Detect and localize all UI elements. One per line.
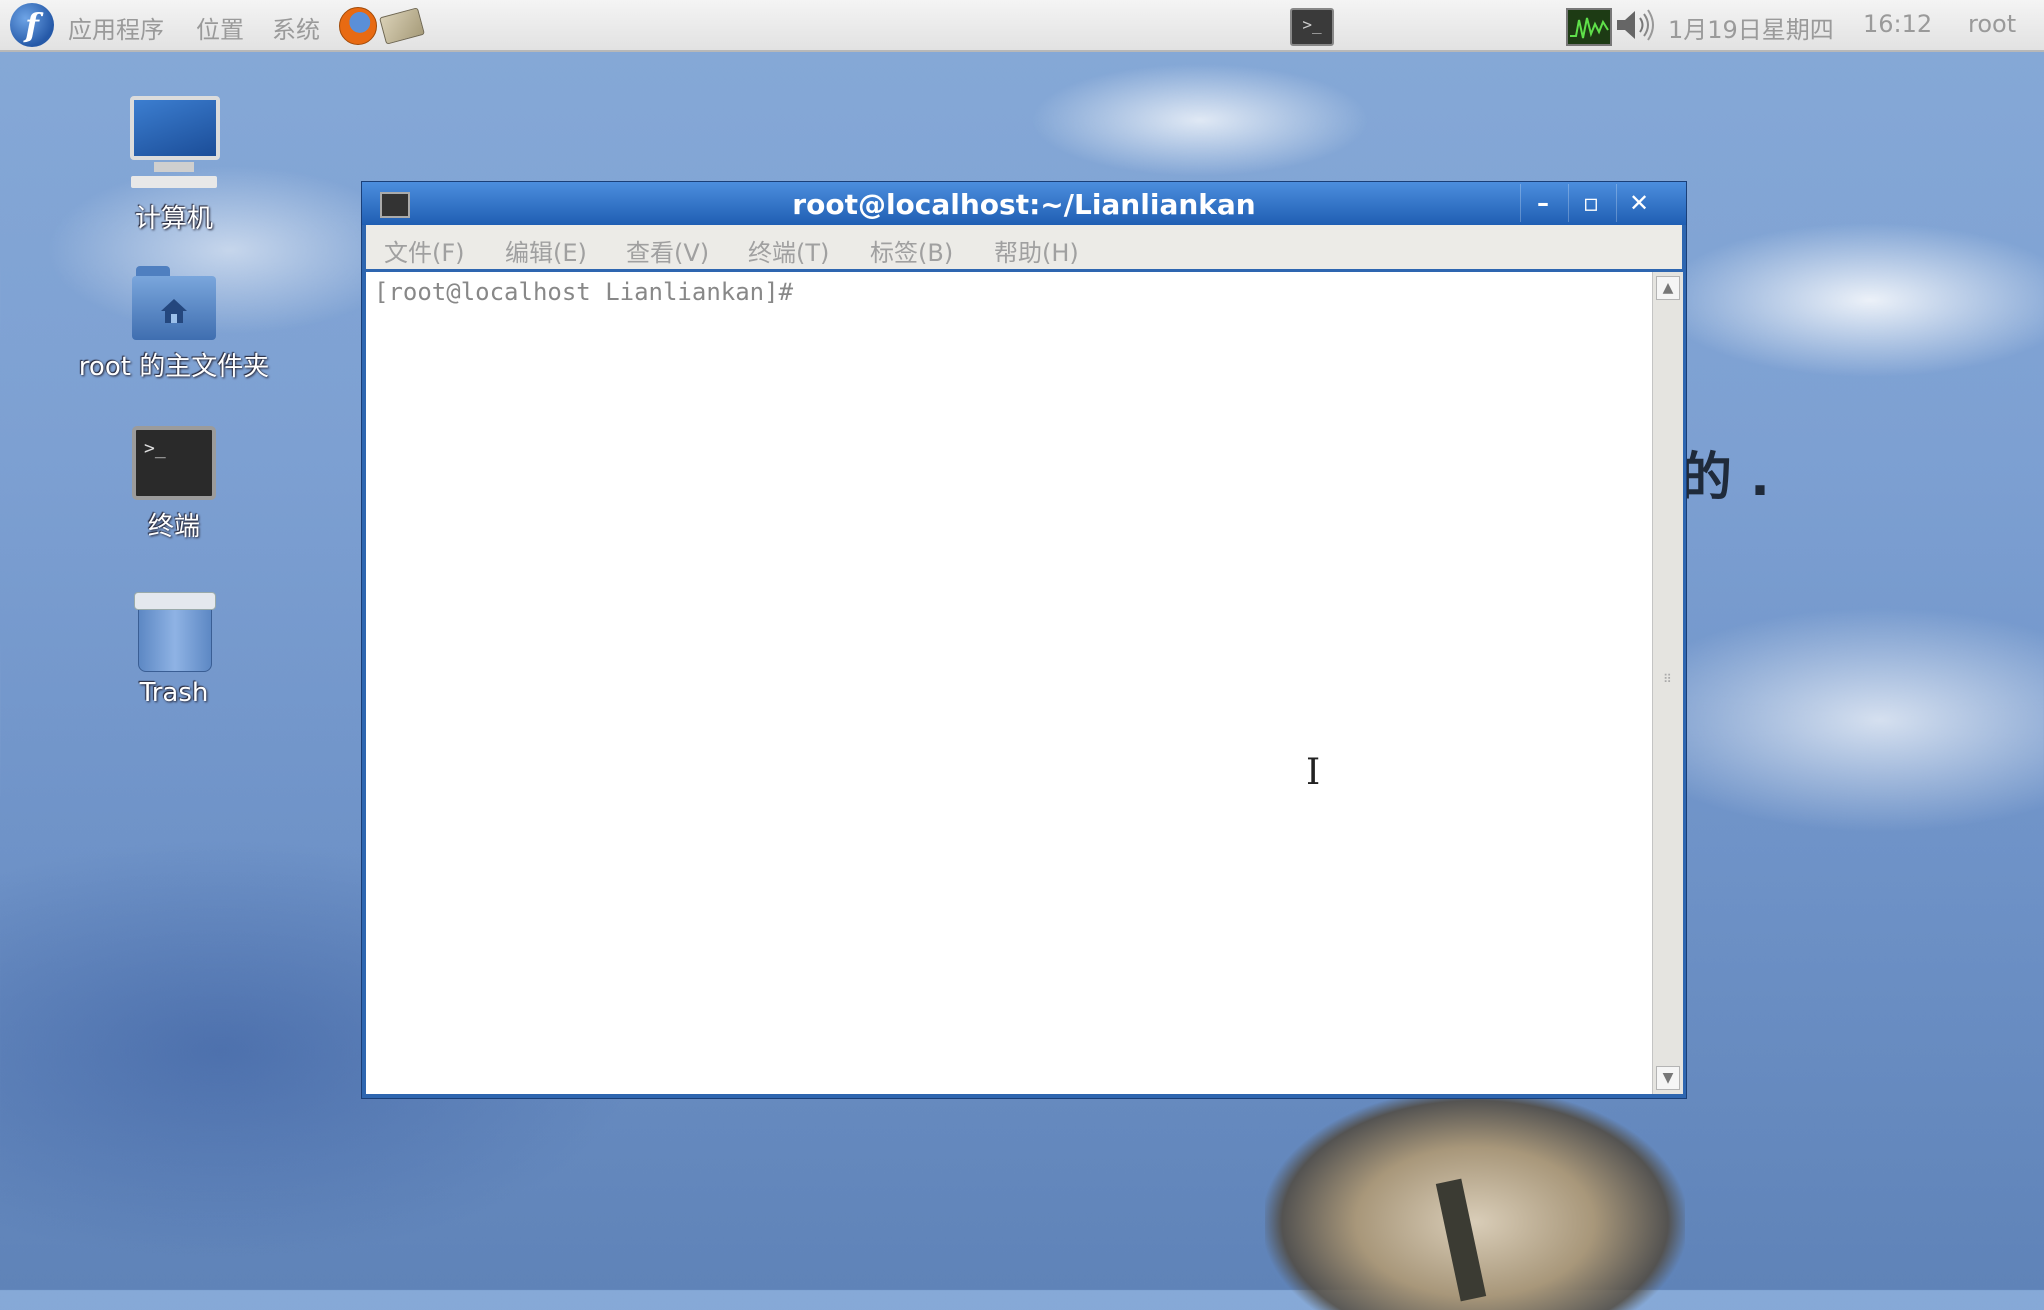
menu-edit[interactable]: 编辑(E) bbox=[505, 233, 587, 268]
fedora-logo-icon[interactable]: f bbox=[10, 3, 54, 47]
desktop-icon-label: 计算机 bbox=[134, 204, 213, 234]
shell-prompt: [root@localhost Lianliankan]# bbox=[374, 278, 794, 306]
desktop-icon-trash[interactable]: Trash bbox=[74, 586, 274, 708]
close-button[interactable]: ✕ bbox=[1616, 184, 1661, 222]
terminal-output-area[interactable]: [root@localhost Lianliankan]# I bbox=[366, 272, 1652, 1094]
menu-applications[interactable]: 应用程序 bbox=[68, 10, 164, 45]
window-titlebar[interactable]: root@localhost:~/Lianliankan – ▫ ✕ bbox=[362, 182, 1686, 225]
top-panel: f 应用程序 位置 系统 >_ 1月19日星期四 16:12 root bbox=[0, 0, 2044, 52]
scroll-up-arrow-icon[interactable]: ▲ bbox=[1656, 276, 1680, 300]
window-menubar: 文件(F) 编辑(E) 查看(V) 终端(T) 标签(B) 帮助(H) bbox=[366, 225, 1682, 269]
trash-icon bbox=[132, 586, 216, 672]
system-monitor-icon[interactable] bbox=[1566, 8, 1612, 46]
panel-date[interactable]: 1月19日星期四 bbox=[1668, 10, 1834, 45]
desktop-icon-terminal[interactable]: >_ 终端 bbox=[74, 426, 274, 543]
firefox-icon[interactable] bbox=[339, 7, 377, 45]
volume-icon[interactable] bbox=[1613, 6, 1657, 44]
home-folder-icon bbox=[132, 266, 216, 340]
minimize-button[interactable]: – bbox=[1520, 184, 1565, 222]
desktop-icon-computer[interactable]: 计算机 bbox=[74, 96, 274, 235]
menu-view[interactable]: 查看(V) bbox=[626, 233, 709, 268]
window-title: root@localhost:~/Lianliankan bbox=[792, 188, 1256, 221]
menu-file[interactable]: 文件(F) bbox=[384, 233, 465, 268]
menu-help[interactable]: 帮助(H) bbox=[994, 233, 1079, 268]
desktop-icon-home[interactable]: root 的主文件夹 bbox=[74, 266, 274, 383]
menu-terminal[interactable]: 终端(T) bbox=[748, 233, 829, 268]
terminal-scrollbar[interactable]: ▲ ⠿ ▼ bbox=[1652, 272, 1683, 1094]
desktop-icon-label: 终端 bbox=[147, 512, 200, 542]
computer-icon bbox=[130, 96, 220, 192]
terminal-window: root@localhost:~/Lianliankan – ▫ ✕ 文件(F)… bbox=[361, 181, 1687, 1099]
menu-tabs[interactable]: 标签(B) bbox=[870, 233, 953, 268]
wallpaper-text: 的 . bbox=[1680, 448, 1770, 508]
menu-system[interactable]: 系统 bbox=[272, 10, 320, 45]
maximize-button[interactable]: ▫ bbox=[1568, 184, 1613, 222]
ibeam-cursor-icon: I bbox=[1306, 752, 1321, 793]
taskbar-terminal-button[interactable]: >_ bbox=[1290, 8, 1334, 46]
scroll-down-arrow-icon[interactable]: ▼ bbox=[1656, 1066, 1680, 1090]
terminal-icon: >_ bbox=[132, 426, 216, 500]
scrollbar-grip[interactable]: ⠿ bbox=[1663, 672, 1673, 692]
panel-clock[interactable]: 16:12 bbox=[1863, 10, 1932, 38]
panel-user[interactable]: root bbox=[1968, 10, 2016, 38]
desktop-icon-label: Trash bbox=[139, 678, 209, 708]
menu-places[interactable]: 位置 bbox=[196, 10, 244, 45]
desktop-icon-label: root 的主文件夹 bbox=[78, 352, 270, 382]
mail-client-icon[interactable] bbox=[379, 7, 425, 45]
